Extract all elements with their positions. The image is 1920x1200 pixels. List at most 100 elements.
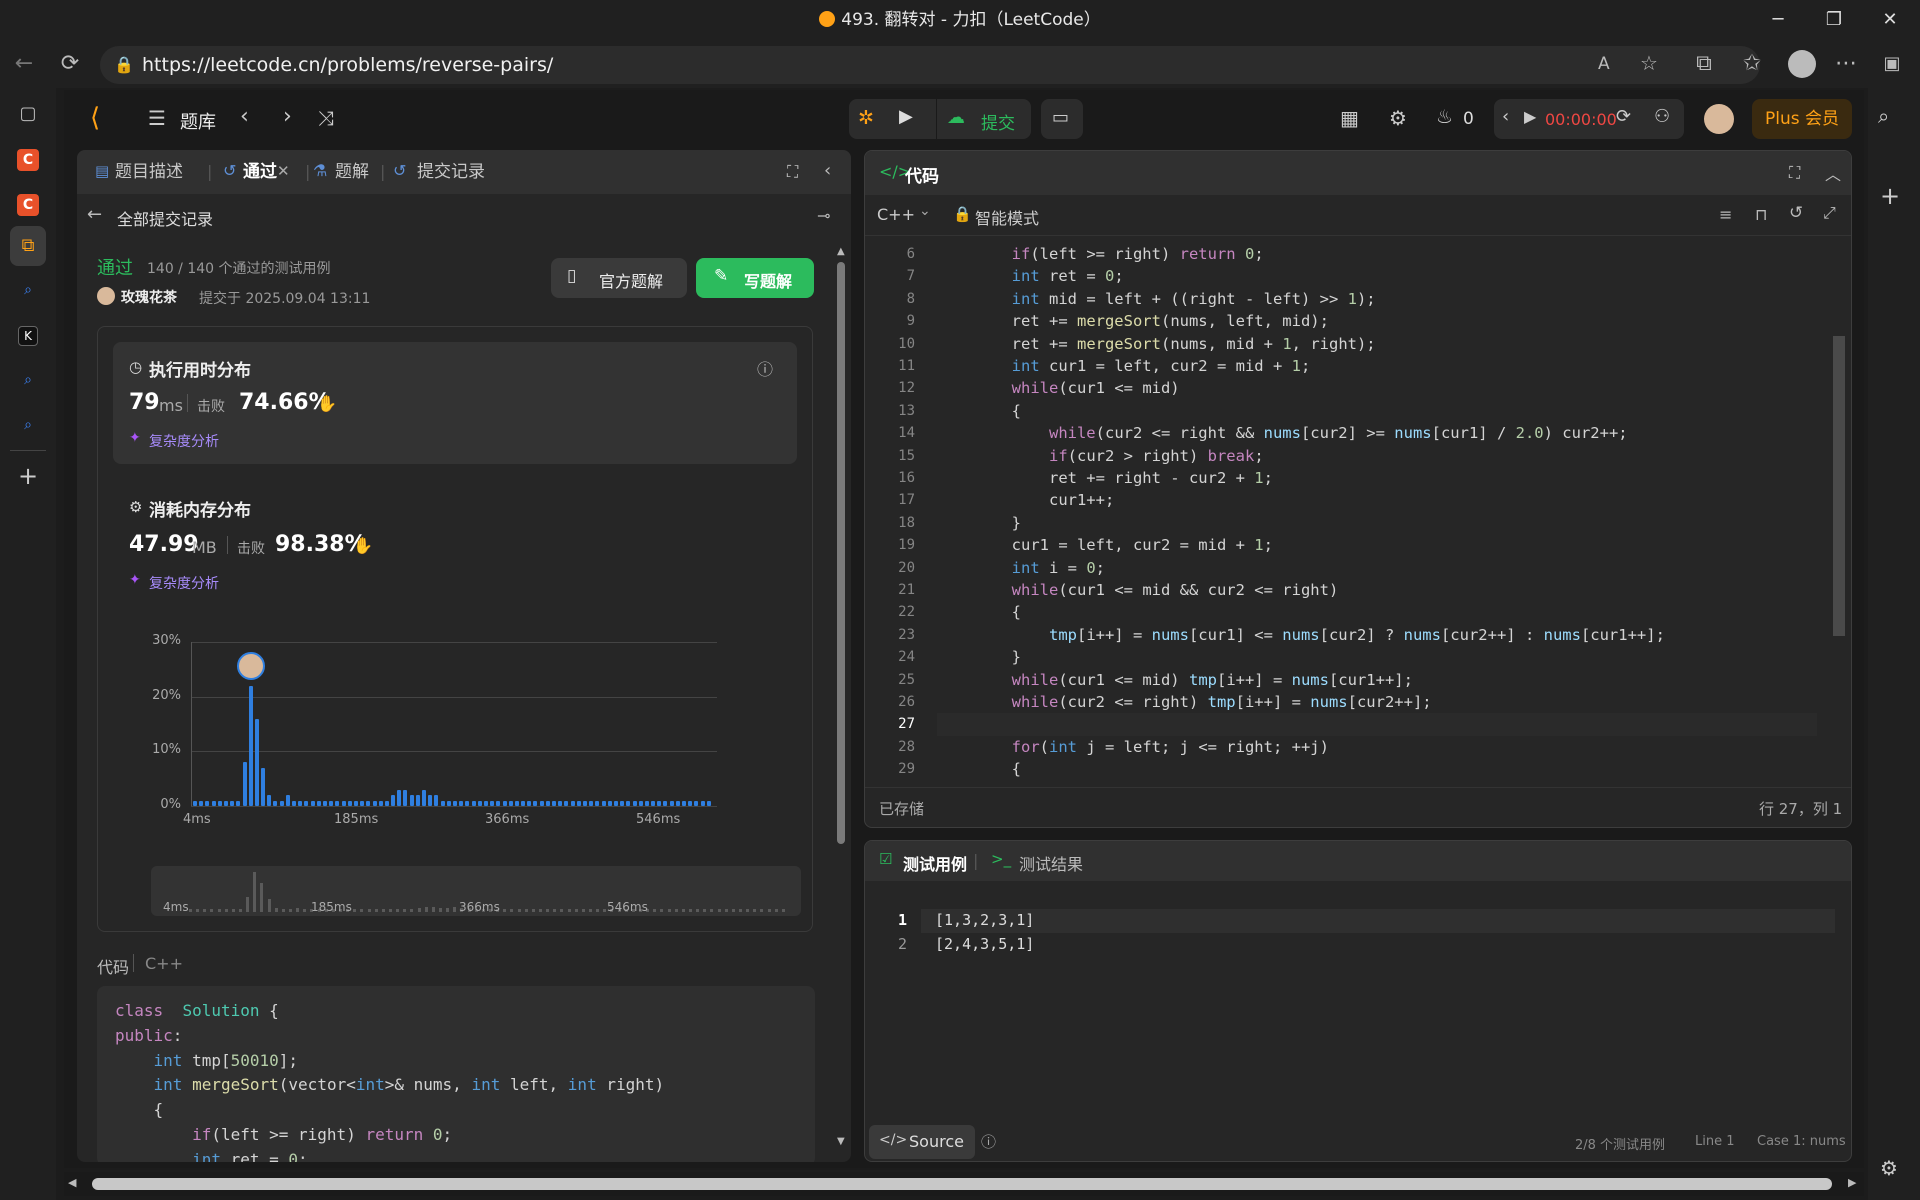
prev-problem-icon[interactable]: ‹ [240, 104, 249, 129]
code-line[interactable]: while(cur2 <= right) tmp[i++] = nums[cur… [937, 691, 1432, 713]
settings-gear-icon[interactable]: ⚙ [1389, 106, 1407, 130]
distribution-bar[interactable] [304, 800, 309, 806]
smart-mode-toggle[interactable]: 智能模式 [975, 205, 1039, 229]
tab-solutions[interactable]: 题解 [335, 150, 369, 194]
favorites-icon[interactable]: ✩ [1736, 48, 1768, 80]
distribution-bar[interactable] [465, 800, 470, 806]
favorite-star-icon[interactable]: ☆ [1640, 51, 1658, 75]
distribution-bar[interactable] [459, 800, 464, 806]
distribution-bar[interactable] [279, 800, 284, 806]
bookmark-icon[interactable]: ⊓ [1755, 205, 1767, 224]
next-problem-icon[interactable]: › [283, 104, 292, 129]
distribution-bar[interactable] [261, 767, 266, 806]
debug-icon[interactable]: ✲ [858, 107, 874, 129]
distribution-bar[interactable] [415, 795, 420, 806]
distribution-bar[interactable] [378, 800, 383, 806]
distribution-bar[interactable] [285, 795, 290, 806]
distribution-bar[interactable] [651, 800, 656, 806]
code-line[interactable]: for(int j = left; j <= right; ++j) [937, 736, 1329, 758]
leetcode-logo-icon[interactable]: ⟨ [90, 103, 120, 133]
problem-list-link[interactable]: 题库 [180, 108, 216, 134]
distribution-bar[interactable] [335, 800, 340, 806]
distribution-bar[interactable] [601, 800, 606, 806]
scroll-right-icon[interactable]: ▶ [1848, 1176, 1856, 1189]
format-icon[interactable]: ≡ [1719, 205, 1732, 224]
distribution-bar[interactable] [483, 800, 488, 806]
distribution-bar[interactable] [316, 800, 321, 806]
lang-chevron-down-icon[interactable]: ⌄ [919, 203, 931, 219]
distribution-bar[interactable] [613, 800, 618, 806]
random-problem-icon[interactable]: ⤨ [318, 106, 334, 130]
distribution-bar[interactable] [372, 800, 377, 806]
scroll-left-icon[interactable]: ◀ [68, 1176, 76, 1189]
code-line[interactable]: { [937, 601, 1021, 623]
distribution-bar[interactable] [657, 800, 662, 806]
distribution-bar[interactable] [521, 800, 526, 806]
distribution-bar[interactable] [434, 795, 439, 806]
distribution-bar[interactable] [626, 800, 631, 806]
distribution-bar[interactable] [446, 800, 451, 806]
distribution-bar[interactable] [205, 800, 210, 806]
horizontal-scroll-thumb[interactable] [92, 1178, 1832, 1190]
code-line[interactable] [937, 713, 1817, 736]
left-scrollbar[interactable]: ▲ ▼ [837, 246, 847, 1147]
code-line[interactable]: cur1 = left, cur2 = mid + 1; [937, 534, 1273, 556]
distribution-bar[interactable] [329, 800, 334, 806]
distribution-bar[interactable] [502, 800, 507, 806]
distribution-bar[interactable] [323, 800, 327, 806]
test-case-input[interactable]: 1 [1,3,2,3,1] 2 [2,4,3,5,1] [865, 909, 1825, 969]
search-tab-icon-2[interactable]: ⌕ [10, 362, 46, 398]
code-line[interactable]: } [937, 646, 1021, 668]
distribution-bar[interactable] [694, 800, 699, 806]
chart-minimap[interactable]: 4ms 185ms 366ms 546ms [151, 866, 801, 916]
distribution-bar[interactable] [675, 800, 680, 806]
scroll-down-icon[interactable]: ▼ [837, 1136, 845, 1147]
distribution-bar[interactable] [552, 800, 557, 806]
code-line[interactable]: ret += mergeSort(nums, left, mid); [937, 310, 1329, 332]
user-avatar[interactable] [1704, 104, 1734, 134]
tab-accepted[interactable]: 通过 [243, 150, 277, 194]
expand-icon[interactable]: ⤢ [1823, 203, 1836, 223]
distribution-bar[interactable] [267, 795, 272, 806]
code-line[interactable]: { [937, 758, 1021, 779]
distribution-bar[interactable] [564, 800, 569, 806]
layout-icon[interactable]: ▦ [1340, 106, 1359, 130]
distribution-bar[interactable] [248, 685, 253, 806]
distribution-bar[interactable] [409, 795, 414, 806]
all-submissions-link[interactable]: 全部提交记录 [117, 206, 213, 230]
distribution-bar[interactable] [391, 795, 396, 806]
submitter-name[interactable]: 玫瑰花茶 [121, 287, 177, 307]
distribution-bar[interactable] [236, 800, 241, 806]
distribution-bar[interactable] [688, 800, 693, 806]
kimi-tab-icon[interactable]: K [18, 326, 38, 346]
code-line[interactable]: tmp[i++] = nums[cur1] <= nums[cur2] ? nu… [937, 624, 1665, 646]
sidebar-toggle-icon[interactable]: ▣ [1876, 48, 1908, 80]
code-line[interactable]: while(cur1 <= mid) tmp[i++] = nums[cur1+… [937, 669, 1413, 691]
distribution-bar[interactable] [706, 800, 711, 806]
more-menu-icon[interactable]: ⋯ [1830, 48, 1862, 80]
code-line[interactable]: cur1++; [937, 489, 1114, 511]
distribution-bar[interactable] [341, 800, 346, 806]
address-bar[interactable]: 🔒 https://leetcode.cn/problems/reverse-p… [100, 46, 1760, 84]
submitted-code-block[interactable]: class Solution {public: int tmp[50010]; … [97, 986, 815, 1162]
distribution-bar[interactable] [539, 800, 544, 806]
fullscreen-icon[interactable]: ⛶ [787, 162, 798, 182]
distribution-bar[interactable] [428, 795, 433, 806]
distribution-bar[interactable] [453, 800, 457, 806]
distribution-bar[interactable] [576, 800, 581, 806]
distribution-bar[interactable] [490, 800, 495, 806]
distribution-bar[interactable] [422, 789, 427, 806]
distribution-bar[interactable] [384, 800, 389, 806]
read-aloud-icon[interactable]: A [1598, 54, 1610, 74]
close-window-button[interactable]: ✕ [1862, 0, 1918, 40]
run-icon[interactable]: ▶ [899, 106, 913, 127]
tab-description[interactable]: 题目描述 [115, 150, 183, 194]
maximize-button[interactable]: ❐ [1806, 0, 1862, 40]
distribution-bar[interactable] [514, 800, 519, 806]
runtime-analysis-link[interactable]: 复杂度分析 [149, 431, 219, 451]
minimize-button[interactable]: ─ [1750, 0, 1806, 40]
language-select[interactable]: C++ [877, 205, 915, 224]
code-line[interactable]: ret += right - cur2 + 1; [937, 467, 1273, 489]
distribution-bar[interactable] [589, 800, 594, 806]
info-icon[interactable]: ⓘ [757, 356, 773, 380]
